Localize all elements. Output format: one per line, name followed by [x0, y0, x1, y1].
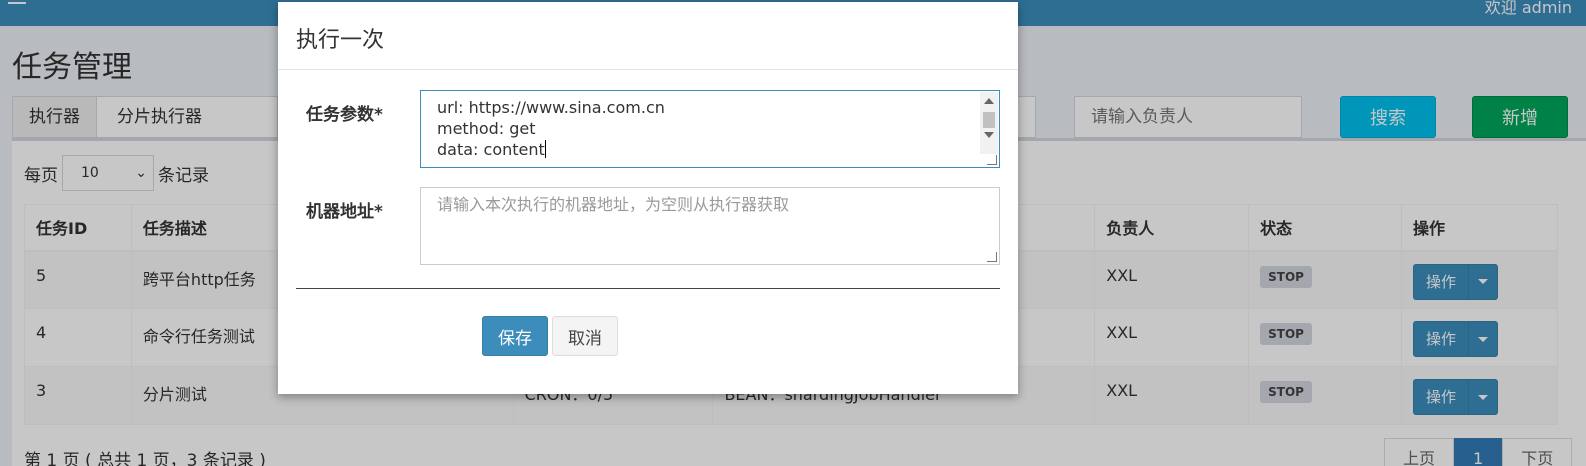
- textarea-scrollbar[interactable]: [980, 92, 998, 154]
- param-line-text: data: content: [437, 140, 545, 159]
- address-placeholder: 请输入本次执行的机器地址，为空则从执行器获取: [437, 195, 790, 214]
- param-line: method: get: [437, 119, 536, 138]
- text-cursor: [544, 140, 546, 158]
- executor-address-textarea[interactable]: 请输入本次执行的机器地址，为空则从执行器获取: [420, 187, 1000, 265]
- param-line: url: https://www.sina.com.cn: [437, 98, 665, 117]
- run-once-modal: 执行一次 任务参数* url: https://www.sina.com.cn …: [278, 2, 1018, 394]
- resize-handle-icon[interactable]: [987, 252, 997, 262]
- scroll-thumb[interactable]: [983, 112, 995, 128]
- address-label: 机器地址*: [306, 202, 383, 222]
- modal-divider: [296, 288, 1000, 289]
- scroll-down-icon[interactable]: [984, 132, 994, 138]
- param-label: 任务参数*: [306, 105, 383, 125]
- job-param-textarea[interactable]: url: https://www.sina.com.cn method: get…: [420, 90, 1000, 168]
- save-button[interactable]: 保存: [482, 316, 548, 356]
- param-line-last: data: content: [437, 139, 983, 160]
- cancel-button[interactable]: 取消: [552, 316, 618, 356]
- scroll-up-icon[interactable]: [984, 98, 994, 104]
- resize-handle-icon[interactable]: [987, 155, 997, 165]
- modal-title: 执行一次: [278, 2, 1018, 70]
